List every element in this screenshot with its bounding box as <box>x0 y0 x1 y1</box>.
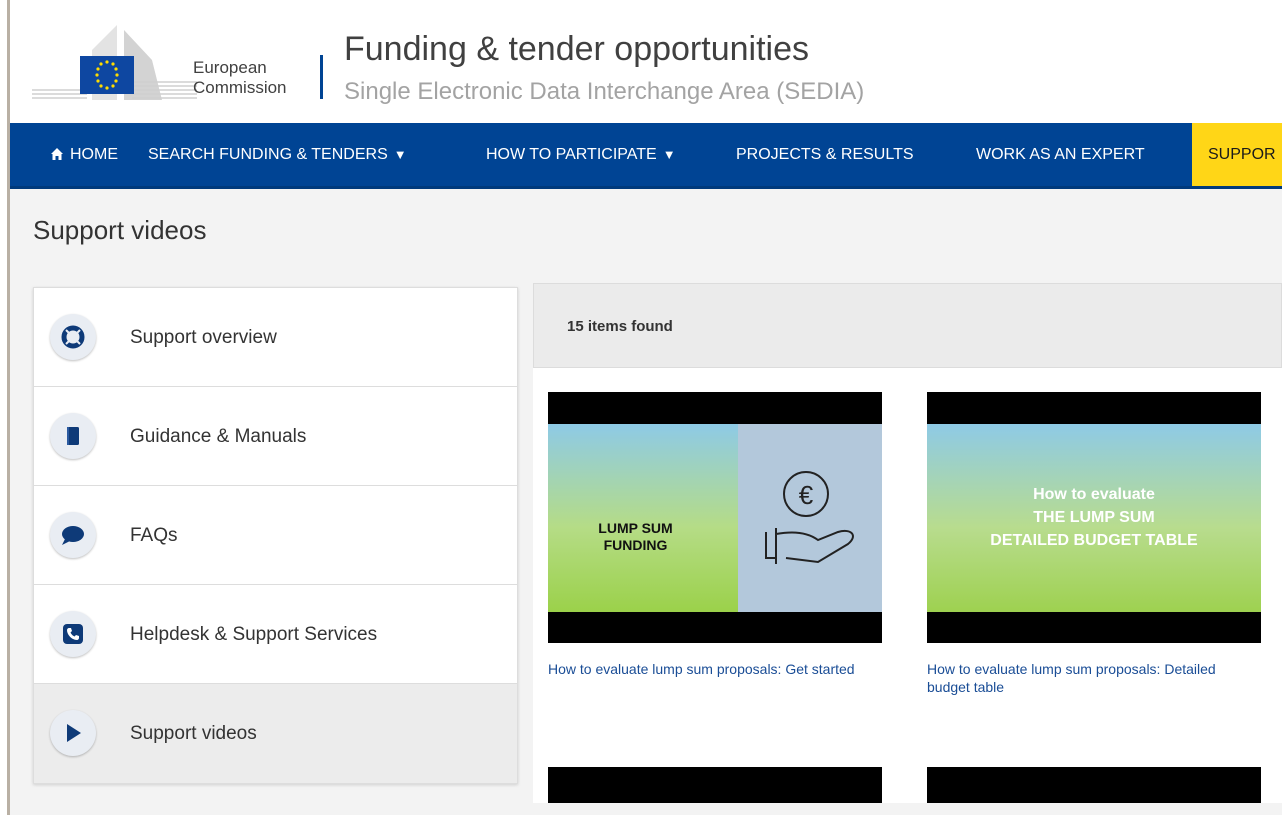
sidebar-item-label: FAQs <box>130 525 178 546</box>
sidebar-item-support-videos[interactable]: Support videos <box>34 684 517 783</box>
svg-text:€: € <box>799 480 814 510</box>
results-header: 15 items found <box>533 283 1282 368</box>
sidebar-item-label: Guidance & Manuals <box>130 426 307 447</box>
commission-name: European Commission <box>193 58 287 98</box>
support-sidebar: Support overview Guidance & Manuals FAQs… <box>33 287 518 784</box>
nav-work-as-expert[interactable]: WORK AS AN EXPERT <box>976 123 1145 186</box>
video-title-link[interactable]: How to evaluate lump sum proposals: Deta… <box>927 660 1261 696</box>
lifebuoy-icon <box>50 314 96 360</box>
home-icon <box>51 148 63 160</box>
nav-home-label: HOME <box>70 146 118 163</box>
book-icon <box>50 413 96 459</box>
phone-icon <box>50 611 96 657</box>
thumb-line: How to evaluate <box>1033 486 1155 503</box>
nav-search-funding[interactable]: SEARCH FUNDING & TENDERS ▼ <box>148 123 407 186</box>
header-divider <box>320 55 323 99</box>
sidebar-item-helpdesk[interactable]: Helpdesk & Support Services <box>34 585 517 684</box>
sidebar-item-faqs[interactable]: FAQs <box>34 486 517 585</box>
window-edge <box>0 0 10 815</box>
sidebar-item-label: Support overview <box>130 327 277 348</box>
nav-support[interactable]: SUPPOR <box>1192 123 1282 186</box>
video-thumbnail[interactable] <box>548 767 882 803</box>
thumb-line: DETAILED BUDGET TABLE <box>990 532 1198 549</box>
nav-how-to-participate[interactable]: HOW TO PARTICIPATE ▼ <box>486 123 676 186</box>
video-thumbnail[interactable]: € LUMP SUM FUNDING <box>548 392 882 643</box>
results-panel: 15 items found € LUMP SUM FUNDING How to… <box>533 283 1282 803</box>
results-count: 15 items found <box>567 318 673 335</box>
thumbnail-caption: LUMP SUM FUNDING <box>548 520 723 554</box>
thumb-line: LUMP SUM <box>598 520 673 536</box>
video-thumbnail[interactable]: How to evaluate THE LUMP SUM DETAILED BU… <box>927 392 1261 643</box>
org-line1: European <box>193 58 267 77</box>
video-thumbnail[interactable] <box>927 767 1261 803</box>
thumbnail-caption: How to evaluate THE LUMP SUM DETAILED BU… <box>927 483 1261 552</box>
speech-bubble-icon <box>50 512 96 558</box>
caret-down-icon: ▼ <box>393 147 407 162</box>
thumb-line: THE LUMP SUM <box>1033 509 1155 526</box>
lump-sum-thumbnail-art: € <box>548 424 882 612</box>
sidebar-item-label: Helpdesk & Support Services <box>130 624 378 645</box>
sidebar-item-support-overview[interactable]: Support overview <box>34 288 517 387</box>
page-title: Support videos <box>33 215 207 245</box>
sidebar-item-label: Support videos <box>130 723 257 744</box>
main-nav: HOME SEARCH FUNDING & TENDERS ▼ HOW TO PA… <box>10 123 1282 189</box>
site-title[interactable]: Funding & tender opportunities <box>344 30 809 69</box>
nav-participate-label: HOW TO PARTICIPATE <box>486 146 657 163</box>
nav-home[interactable]: HOME <box>50 123 118 186</box>
nav-projects-results[interactable]: PROJECTS & RESULTS <box>736 123 914 186</box>
sidebar-item-guidance-manuals[interactable]: Guidance & Manuals <box>34 387 517 486</box>
play-icon <box>50 710 96 756</box>
site-header: European Commission Funding & tender opp… <box>10 0 1282 123</box>
european-commission-logo[interactable] <box>32 20 208 102</box>
thumb-line: FUNDING <box>603 537 668 553</box>
org-line2: Commission <box>193 78 287 97</box>
site-subtitle: Single Electronic Data Interchange Area … <box>344 78 865 105</box>
nav-search-label: SEARCH FUNDING & TENDERS <box>148 146 388 163</box>
caret-down-icon: ▼ <box>662 147 676 162</box>
video-title-link[interactable]: How to evaluate lump sum proposals: Get … <box>548 660 882 678</box>
